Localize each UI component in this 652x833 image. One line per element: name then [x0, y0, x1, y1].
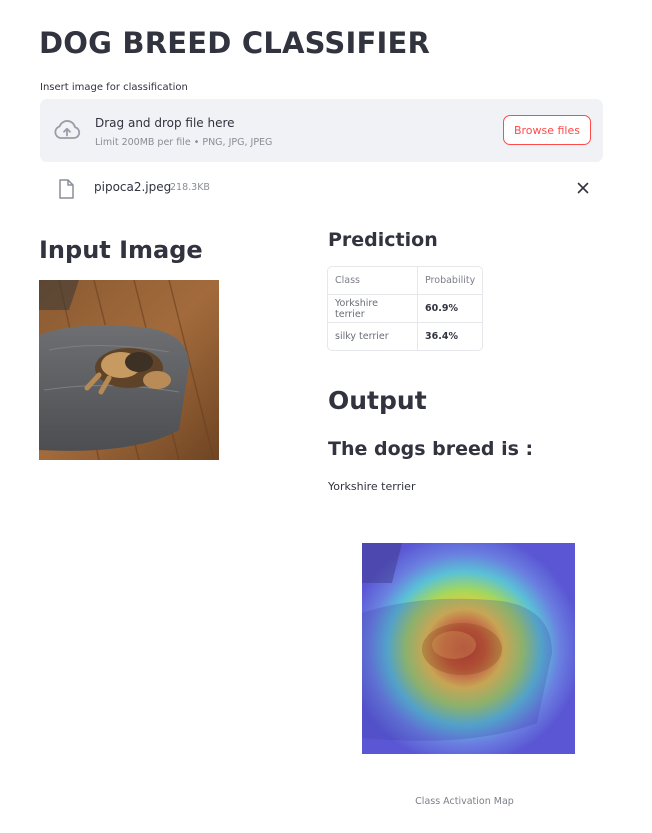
- probability-cell: 60.9%: [418, 295, 483, 323]
- cam-caption: Class Activation Map: [415, 796, 514, 807]
- prediction-heading: Prediction: [328, 229, 438, 251]
- remove-file-button[interactable]: [573, 178, 593, 198]
- prediction-table: Class Probability Yorkshire terrier 60.9…: [327, 266, 484, 351]
- breed-heading: The dogs breed is :: [328, 438, 534, 460]
- drop-instructions: Drag and drop file here: [95, 116, 235, 130]
- column-header-probability[interactable]: Probability: [418, 267, 483, 295]
- page-title: DOG BREED CLASSIFIER: [39, 26, 431, 60]
- file-size: 218.3KB: [170, 182, 210, 193]
- table-header-row: Class Probability: [328, 267, 483, 295]
- file-name: pipoca2.jpeg: [94, 180, 172, 194]
- breed-result: Yorkshire terrier: [328, 480, 416, 493]
- column-header-class[interactable]: Class: [328, 267, 418, 295]
- cloud-upload-icon: [54, 120, 81, 139]
- table-row: Yorkshire terrier 60.9%: [328, 295, 483, 323]
- class-activation-map-image: [362, 543, 575, 754]
- file-icon: [59, 179, 74, 199]
- file-dropzone[interactable]: Drag and drop file here Limit 200MB per …: [40, 99, 603, 162]
- input-image-heading: Input Image: [39, 236, 203, 264]
- probability-cell: 36.4%: [425, 331, 458, 342]
- class-cell: silky terrier: [328, 323, 418, 350]
- uploaded-file-row: pipoca2.jpeg 218.3KB: [40, 172, 603, 204]
- class-cell: Yorkshire terrier: [328, 295, 418, 323]
- input-dog-image: [39, 280, 219, 460]
- upload-limit-text: Limit 200MB per file • PNG, JPG, JPEG: [95, 137, 273, 148]
- output-heading: Output: [328, 386, 427, 415]
- table-row: silky terrier 36.4%: [328, 323, 482, 350]
- close-icon: [577, 182, 589, 194]
- browse-files-button[interactable]: Browse files: [502, 115, 591, 145]
- uploader-label: Insert image for classification: [40, 82, 188, 93]
